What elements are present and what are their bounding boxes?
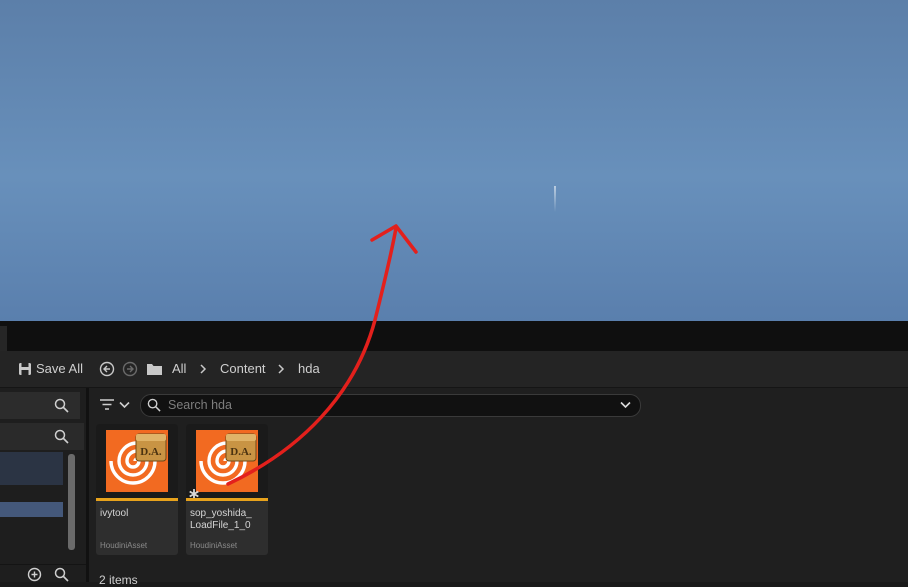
back-icon[interactable] <box>99 361 115 377</box>
asset-tile-ivytool[interactable]: D.A. ivytool HoudiniAsset <box>96 424 178 555</box>
content-browser-toolbar: Save All All Content hda <box>0 351 908 388</box>
item-count-status: 2 items <box>99 573 138 587</box>
breadcrumb-all[interactable]: All <box>172 351 186 387</box>
add-icon[interactable] <box>27 567 42 582</box>
houdini-logo-icon: D.A. <box>196 430 258 492</box>
save-icon[interactable] <box>18 362 32 376</box>
search-icon <box>147 398 161 412</box>
asset-name-line: LoadFile_1_0 <box>190 520 251 531</box>
digital-asset-badge-icon: D.A. <box>135 433 167 462</box>
asset-type: HoudiniAsset <box>100 541 148 550</box>
asset-search-box[interactable] <box>140 394 641 417</box>
asset-name: sop_yoshida_ LoadFile_1_0 <box>190 508 266 532</box>
asset-type: HoudiniAsset <box>190 541 238 550</box>
chevron-down-icon[interactable] <box>119 401 130 409</box>
folder-tree-scrollbar[interactable] <box>68 454 75 550</box>
search-icon[interactable] <box>54 398 69 413</box>
folder-icon <box>147 364 162 375</box>
asset-tile-sop-yoshida-loadfile[interactable]: D.A. sop_yoshida_ LoadFile_1_0 HoudiniAs… <box>186 424 268 555</box>
asset-view: D.A. ivytool HoudiniAsset D.A. sop_yoshi… <box>89 388 908 587</box>
content-browser-tab[interactable] <box>0 326 7 351</box>
asset-name-line: sop_yoshida_ <box>190 508 252 519</box>
breadcrumb-content[interactable]: Content <box>220 351 266 387</box>
asset-name: ivytool <box>100 508 129 519</box>
houdini-logo-icon: D.A. <box>106 430 168 492</box>
folder-tree-item-selected[interactable] <box>0 502 63 517</box>
search-icon[interactable] <box>54 567 69 582</box>
chevron-right-icon[interactable] <box>277 364 285 374</box>
filter-icon[interactable] <box>99 398 115 411</box>
folder-tree-item[interactable] <box>0 452 63 485</box>
search-icon[interactable] <box>54 429 69 444</box>
folders-header[interactable] <box>0 423 84 450</box>
chevron-right-icon[interactable] <box>199 364 207 374</box>
svg-text:D.A.: D.A. <box>230 446 252 458</box>
level-viewport[interactable] <box>0 0 908 321</box>
svg-text:D.A.: D.A. <box>140 446 162 458</box>
save-all-button[interactable]: Save All <box>36 351 83 387</box>
breadcrumb-hda[interactable]: hda <box>298 351 320 387</box>
panel-tab-strip <box>0 321 908 351</box>
chevron-down-icon[interactable] <box>620 401 631 409</box>
viewport-light-speck <box>554 186 556 212</box>
digital-asset-badge-icon: D.A. <box>225 433 257 462</box>
forward-icon[interactable] <box>122 361 138 377</box>
sources-panel <box>0 388 86 582</box>
search-input[interactable] <box>168 397 598 413</box>
